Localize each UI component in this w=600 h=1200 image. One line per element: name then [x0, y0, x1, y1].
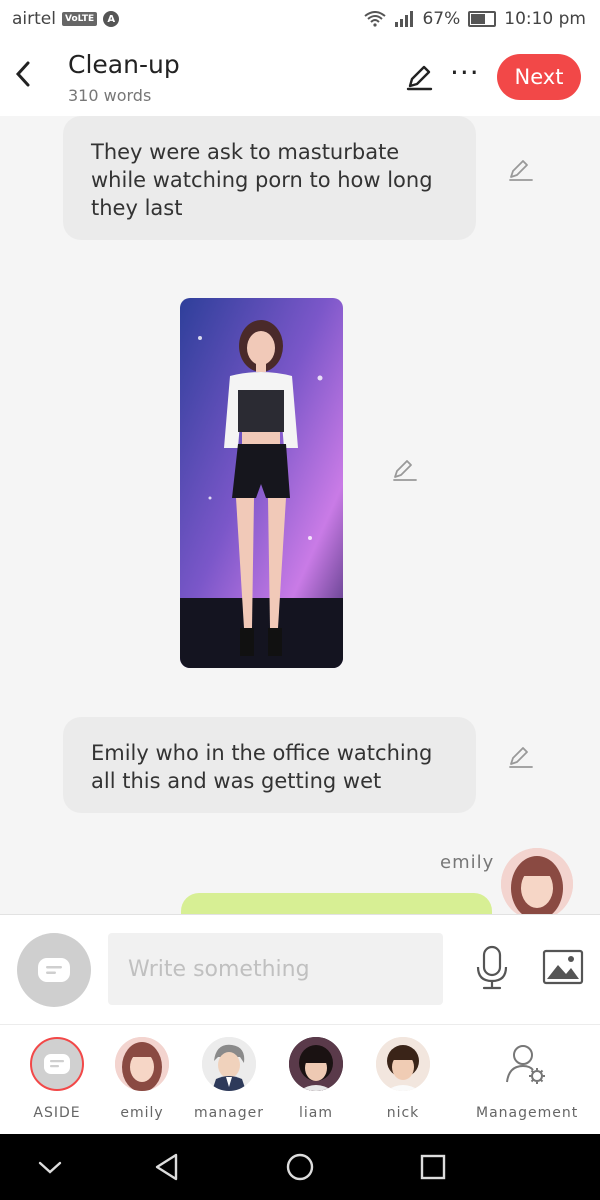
- character-label: ASIDE: [33, 1105, 81, 1121]
- character-manager[interactable]: manager: [189, 1037, 269, 1121]
- composer-bar: [0, 914, 600, 1025]
- more-icon[interactable]: ···: [450, 56, 480, 89]
- message-bubble[interactable]: Emily who in the office watching all thi…: [63, 717, 476, 813]
- mic-icon[interactable]: [474, 945, 510, 995]
- story-title: Clean-up: [68, 50, 180, 79]
- signal-icon: [395, 11, 414, 27]
- battery-icon: [468, 11, 497, 27]
- nav-back-icon[interactable]: [152, 1152, 182, 1186]
- image-icon[interactable]: [542, 949, 584, 989]
- sender-name: emily: [440, 852, 495, 873]
- character-emily[interactable]: emily: [102, 1037, 182, 1121]
- character-label: liam: [299, 1105, 333, 1121]
- character-label: nick: [386, 1105, 420, 1121]
- characters-bar: ASIDE emily manager liam nick Management: [0, 1024, 600, 1135]
- character-aside[interactable]: ASIDE: [17, 1037, 97, 1121]
- battery-percent: 67%: [422, 9, 461, 29]
- avatar[interactable]: [501, 848, 573, 920]
- top-header: Clean-up 310 words ··· Next: [0, 40, 600, 116]
- wifi-icon: [364, 11, 387, 27]
- management-button[interactable]: Management: [476, 1037, 579, 1121]
- manage-user-icon: [499, 1037, 553, 1091]
- next-button[interactable]: Next: [497, 54, 581, 100]
- nav-down-icon[interactable]: [36, 1152, 64, 1186]
- avatar: [376, 1037, 430, 1091]
- clock: 10:10 pm: [504, 9, 586, 29]
- avatar: [289, 1037, 343, 1091]
- network-badge-icon: A: [103, 11, 120, 27]
- word-count: 310 words: [68, 86, 152, 105]
- avatar: [115, 1037, 169, 1091]
- photo-message[interactable]: [180, 298, 343, 668]
- status-bar: airtel VoLTE A 67% 10:10 pm: [0, 0, 600, 40]
- aside-button[interactable]: [17, 933, 91, 1007]
- character-label: Management: [476, 1105, 579, 1121]
- character-liam[interactable]: liam: [276, 1037, 356, 1121]
- pen-icon[interactable]: [404, 62, 434, 96]
- pen-icon[interactable]: [508, 158, 534, 186]
- avatar: [202, 1037, 256, 1091]
- system-nav-bar: [0, 1134, 600, 1200]
- status-left: airtel VoLTE A: [12, 9, 120, 29]
- character-label: manager: [194, 1105, 264, 1121]
- message-bubble[interactable]: They were ask to masturbate while watchi…: [63, 116, 476, 240]
- pen-icon[interactable]: [508, 745, 534, 773]
- character-label: emily: [120, 1105, 164, 1121]
- pen-icon[interactable]: [392, 458, 418, 486]
- aside-icon: [30, 1037, 84, 1091]
- nav-home-icon[interactable]: [285, 1152, 315, 1186]
- nav-recents-icon[interactable]: [418, 1152, 448, 1186]
- message-input[interactable]: [108, 933, 443, 1005]
- status-right: 67% 10:10 pm: [364, 9, 586, 29]
- carrier-label: airtel: [12, 9, 56, 29]
- character-nick[interactable]: nick: [363, 1037, 443, 1121]
- back-icon[interactable]: [14, 60, 32, 96]
- volte-badge: VoLTE: [61, 12, 98, 26]
